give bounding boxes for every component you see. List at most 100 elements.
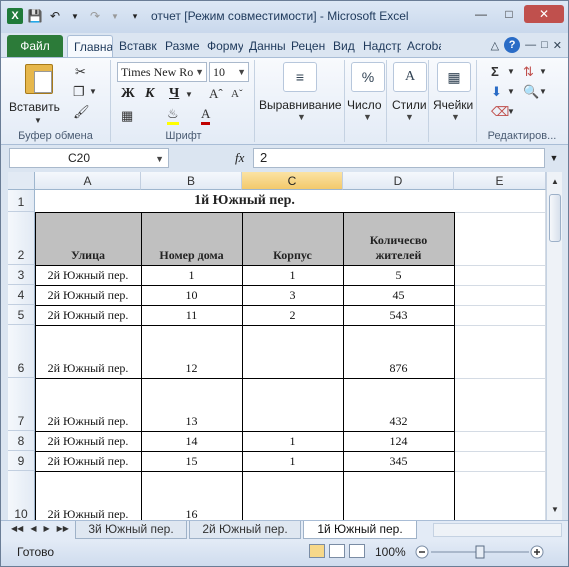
row-header-4[interactable]: 4 <box>8 285 35 305</box>
styles-icon[interactable]: A <box>393 62 427 92</box>
borders-icon[interactable]: ▦ <box>121 108 133 124</box>
maximize-icon[interactable]: □ <box>496 5 522 23</box>
excel-logo-icon[interactable]: X <box>7 8 23 24</box>
sheet-tab-3[interactable]: 3й Южный пер. <box>75 521 187 539</box>
header-building[interactable]: Корпус <box>242 212 343 265</box>
table-row[interactable]: 2й Южный пер. <box>35 471 141 520</box>
tab-addins[interactable]: Надстр <box>357 35 401 57</box>
tab-page-layout[interactable]: Разме <box>159 35 201 57</box>
number-button[interactable]: Число <box>347 98 382 112</box>
tab-home[interactable]: Главна <box>67 35 113 57</box>
table-row[interactable]: 1 <box>242 431 343 451</box>
tab-view[interactable]: Вид <box>327 35 357 57</box>
table-row[interactable] <box>343 471 454 520</box>
save-icon[interactable]: 💾 <box>27 8 43 24</box>
help-icon[interactable]: ? <box>504 37 521 53</box>
column-header-c[interactable]: C <box>242 172 343 190</box>
cut-icon[interactable]: ✂ <box>75 64 86 80</box>
find-select-dropdown-icon[interactable]: ▼ <box>539 87 547 96</box>
paste-dropdown-icon[interactable]: ▼ <box>34 116 42 125</box>
worksheet-grid[interactable]: A B C D E 1 2 3 4 5 6 7 8 9 10 1й Южный … <box>8 172 546 520</box>
table-row[interactable]: 2 <box>242 305 343 325</box>
table-row[interactable]: 1 <box>242 265 343 285</box>
table-row[interactable]: 11 <box>141 305 242 325</box>
insert-function-icon[interactable]: fx <box>235 150 244 166</box>
row-header-1[interactable]: 1 <box>8 190 35 212</box>
zoom-level[interactable]: 100% <box>375 545 406 559</box>
tab-data[interactable]: Данны <box>243 35 285 57</box>
table-row[interactable]: 2й Южный пер. <box>35 431 141 451</box>
table-row[interactable]: 16 <box>141 471 242 520</box>
undo-icon[interactable]: ↶ <box>47 8 63 24</box>
table-row[interactable]: 124 <box>343 431 454 451</box>
table-row[interactable]: 2й Южный пер. <box>35 285 141 305</box>
page-layout-view-icon[interactable] <box>329 544 345 558</box>
copy-icon[interactable]: ❐ <box>73 84 85 100</box>
underline-dropdown-icon[interactable]: ▼ <box>185 90 193 99</box>
scroll-up-icon[interactable]: ▲ <box>548 174 562 190</box>
italic-button[interactable]: К <box>145 86 155 102</box>
table-row[interactable]: 13 <box>141 378 242 431</box>
tab-file[interactable]: Файл <box>7 35 63 57</box>
undo-dropdown-icon[interactable]: ▼ <box>67 8 83 24</box>
sort-filter-dropdown-icon[interactable]: ▼ <box>539 67 547 76</box>
tab-insert[interactable]: Вставк <box>113 35 159 57</box>
normal-view-icon[interactable] <box>309 544 325 558</box>
number-dropdown-icon[interactable]: ▼ <box>363 112 372 122</box>
redo-icon[interactable]: ↷ <box>87 8 103 24</box>
table-row[interactable] <box>242 378 343 431</box>
table-row[interactable]: 1 <box>242 451 343 471</box>
table-row[interactable]: 14 <box>141 431 242 451</box>
underline-button[interactable]: Ч <box>169 86 179 102</box>
column-header-a[interactable]: A <box>35 172 141 190</box>
tab-review[interactable]: Рецен <box>285 35 327 57</box>
next-sheet-icon[interactable]: ▶ <box>43 524 49 533</box>
minimize-icon[interactable]: — <box>468 5 494 23</box>
autosum-icon[interactable]: Σ <box>491 64 499 79</box>
formula-input[interactable]: 2 <box>253 148 545 168</box>
scroll-thumb[interactable] <box>549 194 561 242</box>
find-select-icon[interactable]: 🔍 <box>523 84 539 100</box>
table-row[interactable]: 12 <box>141 325 242 378</box>
workbook-close-icon[interactable]: ✕ <box>553 39 562 52</box>
table-row[interactable]: 1 <box>141 265 242 285</box>
table-row[interactable]: 543 <box>343 305 454 325</box>
table-row[interactable]: 10 <box>141 285 242 305</box>
shrink-font-icon[interactable]: Aˇ <box>231 88 243 100</box>
table-row[interactable] <box>242 471 343 520</box>
autosum-dropdown-icon[interactable]: ▼ <box>507 67 515 76</box>
prev-sheet-icon[interactable]: ◀ <box>30 524 36 533</box>
header-house-number[interactable]: Номер дома <box>141 212 242 265</box>
table-title[interactable]: 1й Южный пер. <box>35 190 454 212</box>
format-painter-icon[interactable]: 🖌 <box>73 104 90 120</box>
table-row[interactable]: 345 <box>343 451 454 471</box>
table-row[interactable]: 2й Южный пер. <box>35 378 141 431</box>
collapse-ribbon-icon[interactable]: △ <box>491 39 499 52</box>
table-row[interactable]: 3 <box>242 285 343 305</box>
cells-dropdown-icon[interactable]: ▼ <box>451 112 460 122</box>
clear-dropdown-icon[interactable]: ▼ <box>507 107 515 116</box>
tab-acrobat[interactable]: Acrobа <box>401 35 441 57</box>
row-header-3[interactable]: 3 <box>8 265 35 285</box>
page-break-view-icon[interactable] <box>349 544 365 558</box>
bold-button[interactable]: Ж <box>121 86 135 102</box>
table-row[interactable]: 45 <box>343 285 454 305</box>
workbook-minimize-icon[interactable]: — <box>525 39 536 51</box>
cells-button[interactable]: Ячейки <box>433 98 473 112</box>
table-row[interactable]: 2й Южный пер. <box>35 305 141 325</box>
row-header-6[interactable]: 6 <box>8 325 35 378</box>
sort-filter-icon[interactable]: ⇅ <box>523 64 534 80</box>
sheet-tab-2[interactable]: 2й Южный пер. <box>189 521 301 539</box>
fill-dropdown-icon[interactable]: ▼ <box>507 87 515 96</box>
row-header-5[interactable]: 5 <box>8 305 35 325</box>
column-header-d[interactable]: D <box>343 172 454 190</box>
styles-button[interactable]: Стили <box>392 98 427 112</box>
row-header-2[interactable]: 2 <box>8 212 35 265</box>
table-row[interactable]: 432 <box>343 378 454 431</box>
grow-font-icon[interactable]: Aˆ <box>209 86 223 102</box>
row-header-8[interactable]: 8 <box>8 431 35 451</box>
tab-formulas[interactable]: Форму <box>201 35 243 57</box>
header-street[interactable]: Улица <box>35 212 141 265</box>
copy-dropdown-icon[interactable]: ▼ <box>89 87 97 96</box>
table-row[interactable]: 5 <box>343 265 454 285</box>
